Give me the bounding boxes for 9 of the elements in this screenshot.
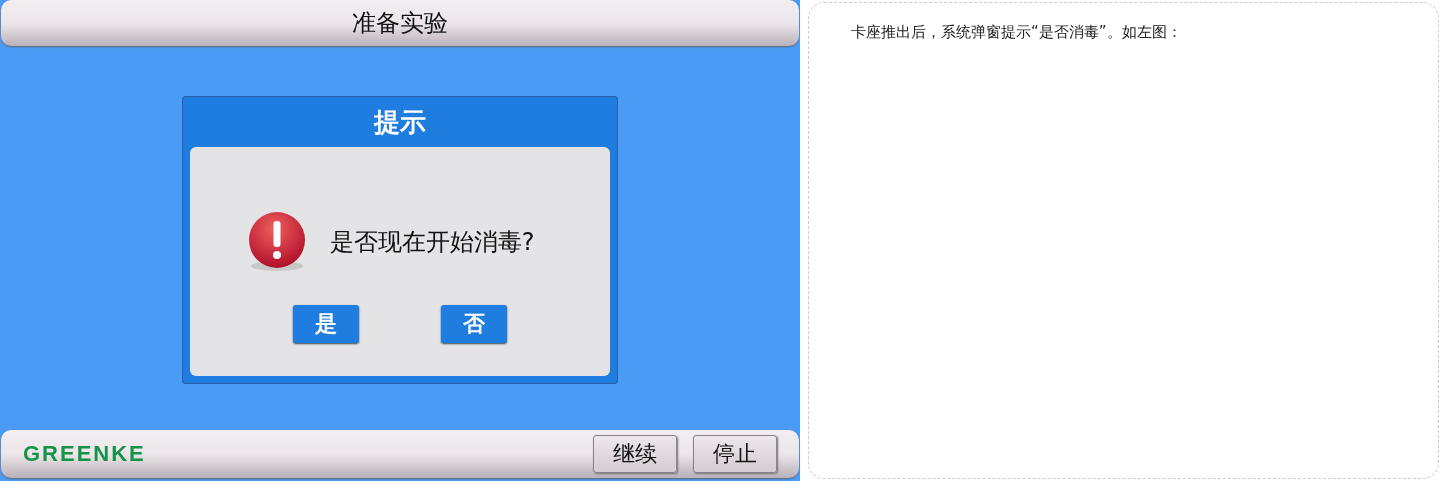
brand-logo: GREENKE	[23, 441, 147, 467]
dialog-title: 提示	[372, 105, 427, 139]
screen-title: 准备实验	[351, 8, 449, 39]
dialog-button[interactable]: 否	[441, 305, 507, 343]
footer-button[interactable]: 继续	[593, 435, 677, 473]
dialog-message: 是否现在开始消毒?	[329, 227, 535, 258]
dialog-button[interactable]: 是	[293, 305, 359, 343]
note-text: 卡座推出后，系统弹窗提示“是否消毒”。如左图：	[851, 23, 1183, 42]
footer-button[interactable]: 停止	[693, 435, 777, 473]
